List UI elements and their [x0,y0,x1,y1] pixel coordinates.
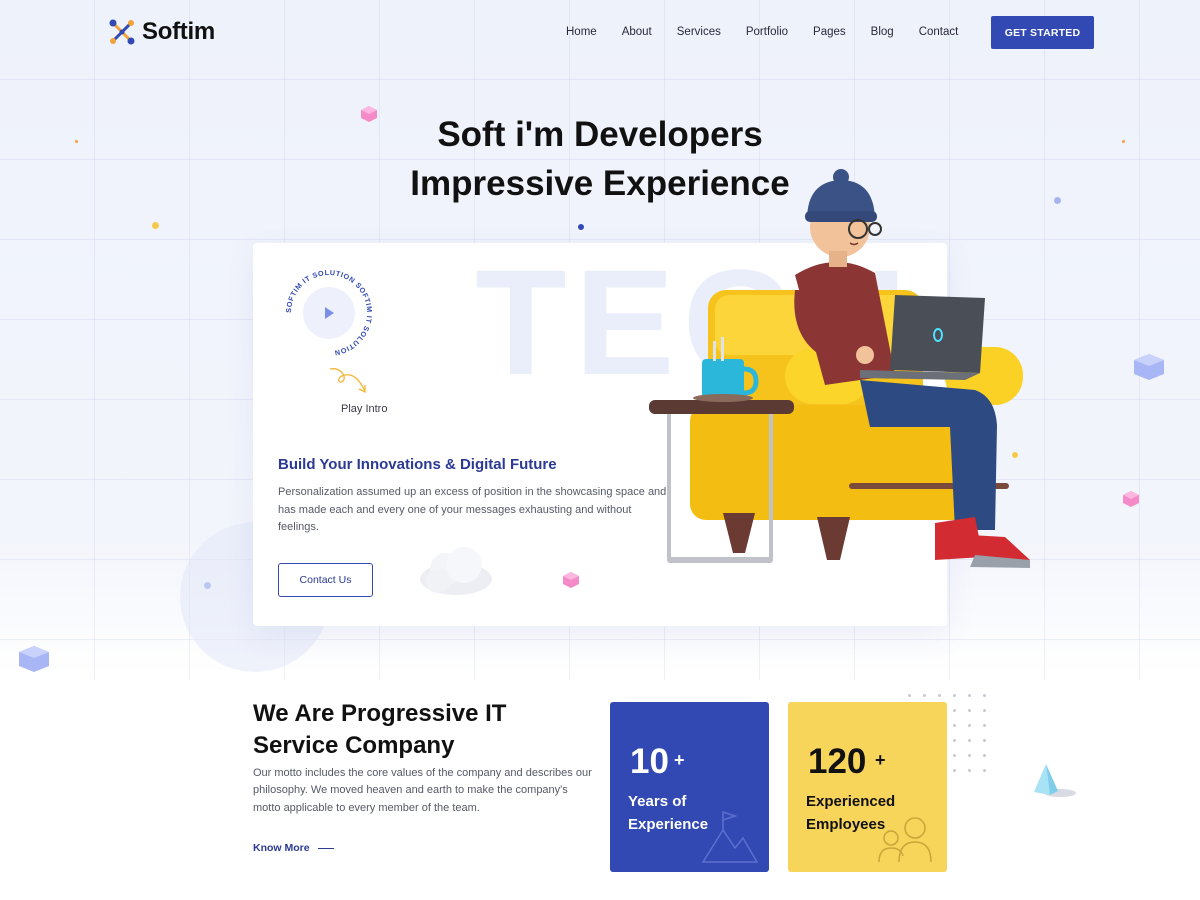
nav-item-services[interactable]: Services [677,26,721,38]
stat-card-employees: 120 + Experienced Employees [788,702,947,872]
know-more-label: Know More [253,842,310,854]
play-intro-label[interactable]: Play Intro [341,403,387,415]
mountain-flag-icon [701,810,759,863]
stat-card-years: 10 + Years of Experience [610,702,769,872]
play-intro-badge[interactable]: SOFTIM IT SOLUTION SOFTIM IT SOLUTION [281,265,377,361]
purple-cube-decor [1134,354,1164,380]
purple-cube-decor [19,646,49,672]
stat-suffix: + [875,750,886,770]
dot-decor [578,224,584,230]
molecule-logo-icon [109,19,135,45]
card-heading: Build Your Innovations & Digital Future [278,456,557,473]
pyramid-decor [1034,764,1076,797]
hero-title: Soft i'm Developers Impressive Experienc… [0,110,1200,208]
main-nav: Home About Services Portfolio Pages Blog… [566,26,958,38]
know-more-link[interactable]: Know More [253,842,334,854]
dot-decor [1012,452,1018,458]
about-description: Our motto includes the core values of th… [253,767,592,814]
hero-title-line1: Soft i'm Developers [437,115,763,154]
dot-decor [204,582,211,589]
nav-item-home[interactable]: Home [566,26,597,38]
nav-item-blog[interactable]: Blog [871,26,894,38]
brand-name: Softim [142,18,215,45]
stat-number: 10 [630,742,669,781]
about-title: We Are Progressive IT Service Company [253,700,507,759]
arrow-line-icon [317,847,334,849]
brand-logo[interactable]: Softim [108,18,215,46]
nav-item-contact[interactable]: Contact [919,26,959,38]
stat-suffix: + [674,750,685,770]
nav-item-pages[interactable]: Pages [813,26,846,38]
hero-title-line2: Impressive Experience [410,164,790,203]
nav-item-portfolio[interactable]: Portfolio [746,26,788,38]
contact-us-button[interactable]: Contact Us [278,563,373,597]
dot-decor [152,222,159,229]
pink-cube-decor [563,572,579,588]
stat-number: 120 [808,742,867,781]
cloud-decor [420,547,492,595]
background-word: TECH [475,238,916,406]
site-header: Softim Home About Services Portfolio Pag… [0,0,1200,66]
hero-card: TECH SOFTIM IT SOLUTION SOFTIM IT SOLUTI… [253,243,947,626]
team-people-icon [878,817,932,863]
pink-cube-decor [1123,491,1139,507]
get-started-button[interactable]: GET STARTED [991,16,1094,49]
curved-arrow-icon [329,368,366,394]
card-description: Personalization assumed up an excess of … [278,486,667,533]
nav-item-about[interactable]: About [622,26,652,38]
